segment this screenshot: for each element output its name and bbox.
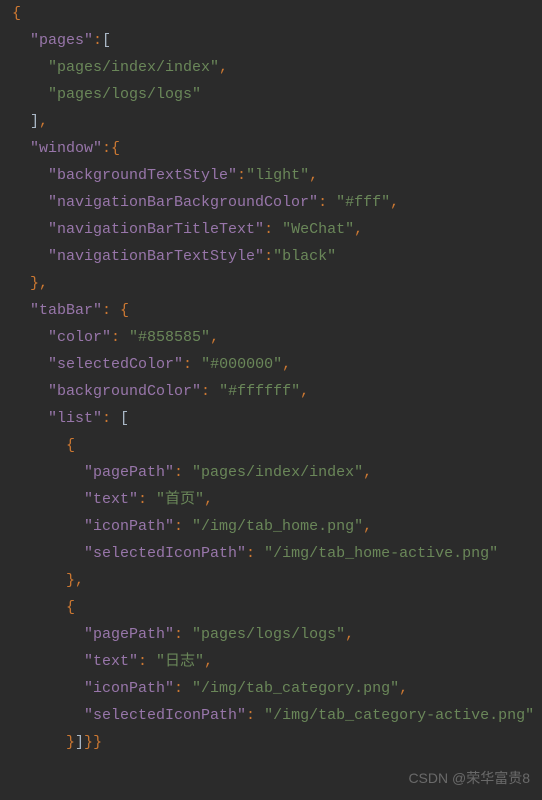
code-line: "pages":[ — [12, 27, 530, 54]
code-line: "text": "首页", — [12, 486, 530, 513]
watermark-text: CSDN @荣华富贵8 — [408, 765, 530, 792]
code-line: "pages/index/index", — [12, 54, 530, 81]
code-line: "pages/logs/logs" — [12, 81, 530, 108]
code-line: "color": "#858585", — [12, 324, 530, 351]
code-line: "pagePath": "pages/logs/logs", — [12, 621, 530, 648]
code-line: "pagePath": "pages/index/index", — [12, 459, 530, 486]
code-line: "backgroundTextStyle":"light", — [12, 162, 530, 189]
code-line: }]}} — [12, 729, 530, 756]
code-line: }, — [12, 567, 530, 594]
code-line: "navigationBarTextStyle":"black" — [12, 243, 530, 270]
code-line: "tabBar": { — [12, 297, 530, 324]
code-line: "iconPath": "/img/tab_category.png", — [12, 675, 530, 702]
code-line: "window":{ — [12, 135, 530, 162]
code-line: ], — [12, 108, 530, 135]
code-line: "selectedColor": "#000000", — [12, 351, 530, 378]
code-line: "selectedIconPath": "/img/tab_category-a… — [12, 702, 530, 729]
code-line: { — [12, 0, 530, 27]
code-line: { — [12, 594, 530, 621]
code-line: }, — [12, 270, 530, 297]
code-line: "navigationBarBackgroundColor": "#fff", — [12, 189, 530, 216]
code-line: "list": [ — [12, 405, 530, 432]
code-line: "backgroundColor": "#ffffff", — [12, 378, 530, 405]
code-line: "navigationBarTitleText": "WeChat", — [12, 216, 530, 243]
code-editor[interactable]: { "pages":[ "pages/index/index", "pages/… — [12, 0, 530, 756]
code-line: { — [12, 432, 530, 459]
code-line: "text": "日志", — [12, 648, 530, 675]
code-line: "iconPath": "/img/tab_home.png", — [12, 513, 530, 540]
code-line: "selectedIconPath": "/img/tab_home-activ… — [12, 540, 530, 567]
